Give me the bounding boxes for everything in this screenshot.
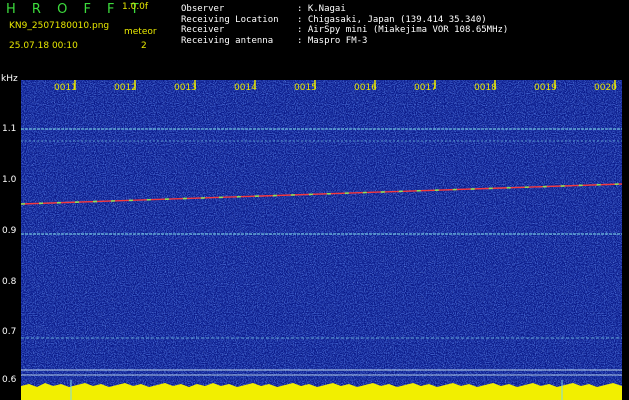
x-tick-label: 0020 <box>594 83 617 93</box>
file-name: KN9_2507180010.png <box>9 21 110 31</box>
x-tick-label: 0018 <box>474 83 497 93</box>
y-axis-unit: kHz <box>1 74 18 84</box>
x-tick-label: 0014 <box>234 83 257 93</box>
meteor-count: 2 <box>141 41 147 51</box>
y-tick-label: 0.6 <box>2 375 17 385</box>
y-tick-label: 0.9 <box>2 226 17 236</box>
x-tick-label: 0013 <box>174 83 197 93</box>
x-tick-label: 0017 <box>414 83 437 93</box>
y-tick-label: 1.0 <box>2 175 17 185</box>
info-value: Maspro FM-3 <box>307 35 368 46</box>
datetime-label: 25.07.18 00:10 <box>9 41 78 51</box>
info-receiver: Receiver: AirSpy mini (Miakejima VOR 108… <box>181 25 509 36</box>
x-tick-label: 0015 <box>294 83 317 93</box>
header-panel: H R O F F T 1.0.0f KN9_2507180010.png me… <box>0 0 629 72</box>
info-value: AirSpy mini (Miakejima VOR 108.65MHz) <box>307 25 509 36</box>
info-label: Observer <box>181 4 225 14</box>
spectrogram-speckle <box>21 80 622 400</box>
x-tick-label: 0016 <box>354 83 377 93</box>
x-tick-label: 0012 <box>114 83 137 93</box>
info-value: Chigasaki, Japan (139.414 35.340) <box>307 14 487 25</box>
y-tick-label: 0.8 <box>2 277 17 287</box>
info-observer: Observer: K.Nagai <box>181 4 346 14</box>
meteor-label: meteor <box>124 27 157 37</box>
app-version: 1.0.0f <box>122 2 149 12</box>
y-tick-label: 0.7 <box>2 327 17 337</box>
info-label: Receiving Location <box>181 14 279 25</box>
info-antenna: Receiving antenna: Maspro FM-3 <box>181 35 368 46</box>
x-tick-label: 0011 <box>54 83 77 93</box>
info-label: Receiving antenna <box>181 35 274 46</box>
info-value: K.Nagai <box>307 4 346 14</box>
spectrogram: 0011 0012 0013 0014 0015 0016 0017 0018 … <box>21 80 622 400</box>
y-tick-label: 1.1 <box>2 124 17 134</box>
info-location: Receiving Location: Chigasaki, Japan (13… <box>181 14 487 25</box>
info-label: Receiver <box>181 25 225 36</box>
x-tick-label: 0019 <box>534 83 557 93</box>
station-info: Observer: K.Nagai Receiving Location: Ch… <box>181 4 508 46</box>
